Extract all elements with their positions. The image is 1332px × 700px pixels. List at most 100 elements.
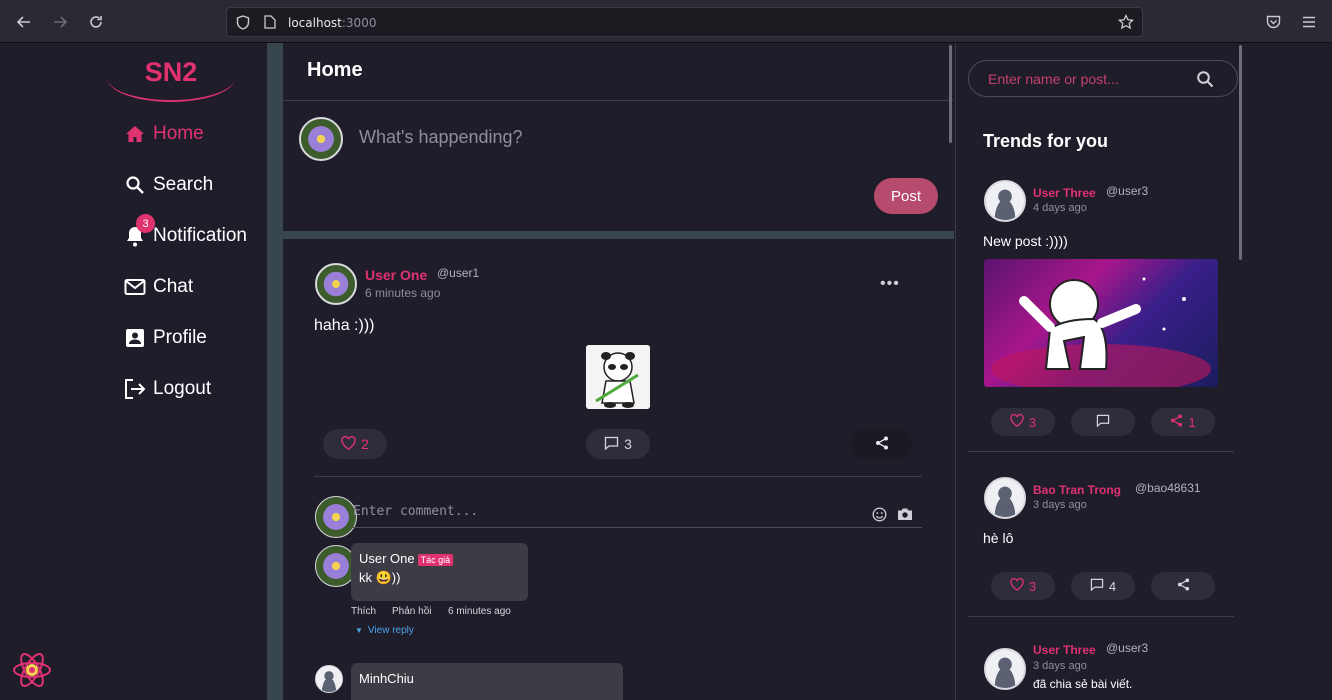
avatar[interactable] bbox=[984, 648, 1026, 690]
search-icon[interactable] bbox=[1195, 69, 1215, 89]
trend-text: đã chia sẻ bài viết. bbox=[1033, 677, 1133, 691]
address-bar[interactable]: localhost:3000 bbox=[226, 7, 1143, 37]
trend-time: 3 days ago bbox=[1033, 660, 1087, 672]
sidebar-item-profile[interactable]: Profile bbox=[124, 323, 207, 353]
divider bbox=[314, 476, 922, 477]
feed-separator bbox=[283, 231, 954, 239]
comment-button[interactable]: 4 bbox=[1071, 572, 1135, 600]
back-icon[interactable] bbox=[13, 11, 35, 33]
comment-placeholder: Enter comment... bbox=[353, 504, 479, 519]
avatar[interactable] bbox=[299, 117, 343, 161]
trend-author-handle: @user3 bbox=[1106, 184, 1149, 198]
notification-badge: 3 bbox=[136, 214, 155, 233]
trend-text: hè lô bbox=[983, 530, 1014, 546]
like-button[interactable]: 2 bbox=[323, 429, 387, 459]
share-icon bbox=[1177, 578, 1190, 594]
share-button[interactable] bbox=[851, 429, 913, 459]
app-logo[interactable]: SN2 bbox=[107, 57, 235, 102]
forward-icon[interactable] bbox=[49, 11, 71, 33]
post-composer: What's happending? Post bbox=[283, 101, 954, 231]
trends-title: Trends for you bbox=[983, 131, 1109, 151]
page-icon bbox=[263, 14, 277, 30]
comment-author[interactable]: User One Tác giả bbox=[359, 551, 520, 566]
avatar[interactable] bbox=[984, 180, 1026, 222]
view-reply-link[interactable]: ▼ View reply bbox=[355, 625, 414, 636]
post-button[interactable]: Post bbox=[874, 178, 938, 214]
trend-time: 3 days ago bbox=[1033, 499, 1087, 511]
comment-icon bbox=[1096, 414, 1110, 430]
home-icon bbox=[124, 123, 146, 145]
trend-image[interactable] bbox=[984, 259, 1218, 387]
main-scrollbar[interactable] bbox=[949, 45, 952, 143]
sidebar-item-label: Profile bbox=[153, 327, 207, 348]
compose-input[interactable]: What's happending? bbox=[359, 127, 523, 148]
comment-bubble: MinhChiu bbox=[351, 663, 623, 700]
search-placeholder: Enter name or post... bbox=[988, 71, 1119, 87]
heart-icon bbox=[341, 435, 356, 453]
shield-icon[interactable] bbox=[235, 14, 251, 30]
comment-text: kk 😃)) bbox=[359, 570, 401, 585]
share-count: 1 bbox=[1188, 414, 1196, 430]
trend-author-handle: @user3 bbox=[1106, 641, 1149, 655]
like-button[interactable]: 3 bbox=[991, 572, 1055, 600]
sidebar-item-label: Logout bbox=[153, 378, 212, 399]
trend-time: 4 days ago bbox=[1033, 202, 1087, 214]
emoji-icon[interactable] bbox=[871, 506, 887, 522]
like-button[interactable]: 3 bbox=[991, 408, 1055, 436]
search-input[interactable]: Enter name or post... bbox=[968, 60, 1238, 97]
search-icon bbox=[124, 174, 146, 196]
left-sidebar: SN2 Home Search 3 Notification Chat Prof… bbox=[0, 43, 267, 700]
avatar[interactable] bbox=[984, 477, 1026, 519]
post-text: haha :))) bbox=[314, 317, 375, 334]
like-count: 3 bbox=[1028, 414, 1037, 430]
comment-count: 3 bbox=[624, 436, 632, 452]
share-button[interactable] bbox=[1151, 572, 1215, 600]
comment-button[interactable]: 3 bbox=[586, 429, 650, 459]
trend-text: New post :)))) bbox=[983, 233, 1068, 249]
comment-time: 6 minutes ago bbox=[448, 606, 511, 617]
more-icon[interactable]: ••• bbox=[880, 275, 900, 293]
main-feed: Home What's happending? Post User One @u… bbox=[283, 43, 954, 700]
comment-like-link[interactable]: Thích bbox=[351, 606, 376, 617]
caret-down-icon: ▼ bbox=[355, 626, 363, 635]
right-scrollbar[interactable] bbox=[1239, 45, 1242, 260]
react-devtools-icon[interactable] bbox=[12, 650, 52, 690]
camera-icon[interactable] bbox=[897, 506, 913, 522]
sidebar-item-notification[interactable]: 3 Notification bbox=[124, 214, 247, 251]
sidebar-item-search[interactable]: Search bbox=[124, 170, 213, 200]
comment-icon bbox=[604, 436, 619, 453]
post-card: User One @user1 6 minutes ago ••• haha :… bbox=[283, 239, 954, 700]
reload-icon[interactable] bbox=[85, 11, 107, 33]
sidebar-item-chat[interactable]: Chat bbox=[124, 272, 193, 302]
share-button[interactable]: 1 bbox=[1151, 408, 1215, 436]
avatar[interactable] bbox=[315, 263, 357, 305]
divider bbox=[968, 451, 1234, 452]
comment-input[interactable]: Enter comment... bbox=[351, 500, 922, 528]
post-image[interactable] bbox=[586, 345, 650, 409]
post-time: 6 minutes ago bbox=[365, 286, 441, 300]
trend-author-name[interactable]: User Three bbox=[1033, 643, 1096, 657]
sidebar-item-home[interactable]: Home bbox=[124, 119, 204, 149]
sidebar-item-logout[interactable]: Logout bbox=[124, 374, 211, 404]
like-count: 2 bbox=[361, 436, 369, 452]
trend-author-name[interactable]: User Three bbox=[1033, 186, 1096, 200]
profile-icon bbox=[124, 327, 146, 349]
comment-button[interactable] bbox=[1071, 408, 1135, 436]
sidebar-item-label: Home bbox=[153, 123, 204, 144]
trend-author-name[interactable]: Bao Tran Trong bbox=[1033, 483, 1121, 497]
column-divider bbox=[267, 43, 283, 700]
pocket-icon[interactable] bbox=[1264, 13, 1282, 31]
star-icon[interactable] bbox=[1117, 13, 1135, 31]
logout-icon bbox=[124, 378, 146, 400]
right-sidebar: Enter name or post... Trends for you Use… bbox=[955, 43, 1332, 700]
menu-icon[interactable] bbox=[1300, 13, 1318, 31]
post-author-name[interactable]: User One bbox=[365, 267, 427, 283]
comment-author[interactable]: MinhChiu bbox=[359, 671, 615, 686]
share-icon bbox=[875, 436, 889, 453]
post-author-handle: @user1 bbox=[437, 266, 480, 280]
comment-reply-link[interactable]: Phản hồi bbox=[392, 606, 431, 617]
comment-count: 4 bbox=[1108, 578, 1117, 594]
sidebar-item-label: Search bbox=[153, 174, 214, 195]
heart-icon bbox=[1010, 577, 1024, 594]
avatar[interactable] bbox=[315, 665, 343, 693]
